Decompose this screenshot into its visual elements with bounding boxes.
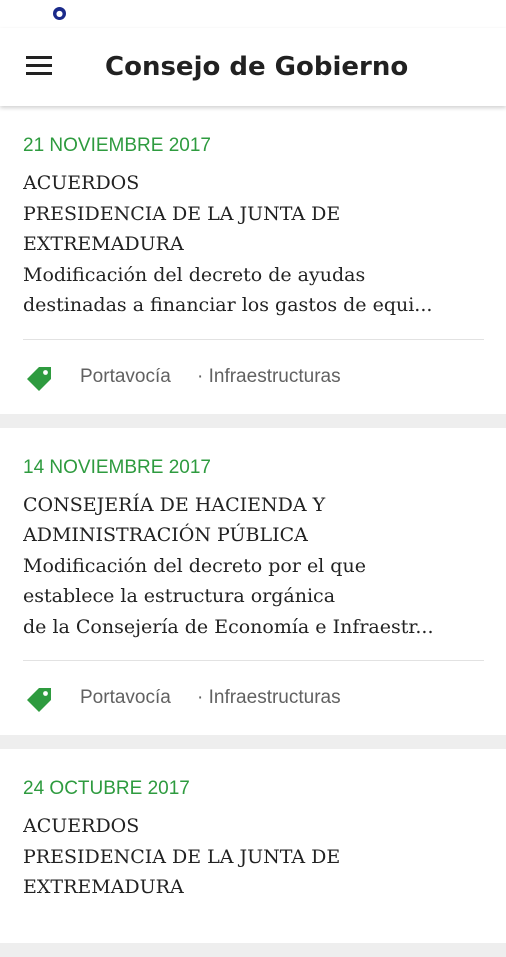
card-date: 24 OCTUBRE 2017 (23, 778, 190, 799)
page-title: Consejo de Gobierno (105, 52, 409, 82)
tag-portavocia[interactable]: Portavocía (80, 683, 171, 713)
menu-button[interactable] (22, 54, 54, 80)
news-card[interactable]: 21 NOVIEMBRE 2017 ACUERDOS PRESIDENCIA D… (0, 106, 506, 414)
app-bar: Consejo de Gobierno (0, 28, 506, 106)
card-line: PRESIDENCIA DE LA JUNTA DE (23, 845, 341, 868)
news-card[interactable]: 24 OCTUBRE 2017 ACUERDOS PRESIDENCIA DE … (0, 749, 506, 943)
card-line: EXTREMADURA (23, 233, 184, 255)
hamburger-icon-line (26, 56, 52, 59)
tag-infraestructuras[interactable]: · Infraestructuras (197, 362, 341, 392)
card-body: ACUERDOS PRESIDENCIA DE LA JUNTA DE EXTR… (23, 168, 484, 321)
card-line: CONSEJERÍA DE HACIENDA Y (23, 493, 326, 516)
card-line: EXTREMADURA (23, 876, 184, 898)
card-line: PRESIDENCIA DE LA JUNTA DE (23, 202, 341, 225)
card-date: 14 NOVIEMBRE 2017 (23, 456, 211, 478)
hamburger-icon-line (26, 72, 52, 75)
card-body: CONSEJERÍA DE HACIENDA Y ADMINISTRACIÓN … (23, 490, 484, 643)
card-line: ACUERDOS (23, 172, 140, 194)
card-line: de la Consejería de Economía e Infraestr… (23, 615, 434, 638)
tag-icon (27, 366, 51, 391)
tag-infraestructuras[interactable]: · Infraestructuras (197, 683, 341, 713)
tag-portavocia[interactable]: Portavocía (80, 362, 171, 392)
card-line: establece la estructura orgánica (23, 585, 336, 607)
news-card[interactable]: 14 NOVIEMBRE 2017 CONSEJERÍA DE HACIENDA… (0, 427, 506, 735)
card-body: ACUERDOS PRESIDENCIA DE LA JUNTA DE EXTR… (23, 811, 484, 903)
card-tags: Portavocía · Infraestructuras (23, 661, 484, 735)
card-line: destinadas a financiar los gastos de equ… (23, 294, 433, 316)
card-line: Modificación del decreto por el que (23, 554, 366, 577)
hamburger-icon-line (26, 64, 52, 67)
card-line: ACUERDOS (23, 815, 140, 837)
news-feed: 21 NOVIEMBRE 2017 ACUERDOS PRESIDENCIA D… (0, 106, 506, 957)
tag-icon (27, 688, 51, 712)
shield-icon: ● (53, 7, 66, 20)
card-date: 21 NOVIEMBRE 2017 (23, 135, 211, 156)
card-line: Modificación del decreto de ayudas (23, 263, 366, 286)
card-tags: Portavocía · Infraestructuras (23, 340, 484, 414)
card-line: ADMINISTRACIÓN PÚBLICA (23, 524, 308, 546)
status-bar: ● (0, 0, 506, 28)
